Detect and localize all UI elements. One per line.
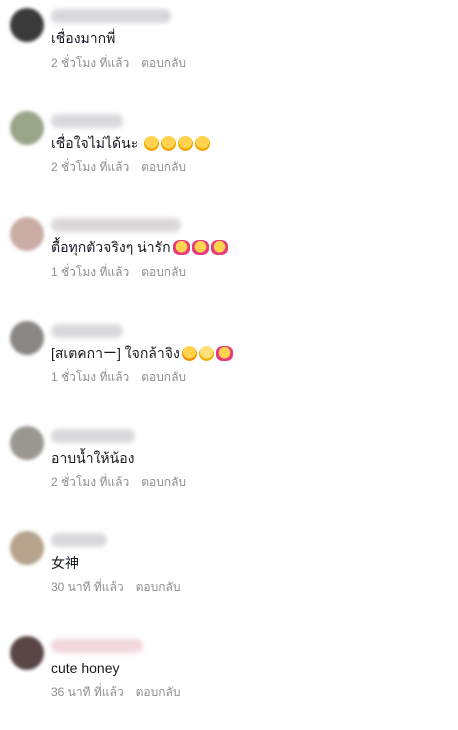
avatar[interactable]	[10, 321, 44, 355]
comment-text: เชื่อใจไม่ได้นะ	[51, 134, 211, 152]
avatar[interactable]	[10, 111, 44, 145]
avatar[interactable]	[10, 217, 44, 251]
reply-button[interactable]: ตอบกลับ	[136, 580, 181, 594]
comment-timestamp: 2 ชั่วโมง ที่แล้ว	[51, 160, 130, 174]
rofl-emoji	[181, 346, 197, 361]
reply-button[interactable]: ตอบกลับ	[141, 160, 186, 174]
comment-timestamp: 1 ชั่วโมง ที่แล้ว	[51, 265, 130, 279]
comment-text: เชื่องมากพี่	[51, 30, 116, 46]
reply-button[interactable]: ตอบกลับ	[141, 265, 186, 279]
hearts-face-emoji	[172, 240, 190, 255]
comment-meta: 36 นาที ที่แล้ว ตอบกลับ	[51, 685, 180, 699]
reply-button[interactable]: ตอบกลับ	[141, 475, 186, 489]
username-blurred[interactable]	[51, 639, 143, 653]
laughing-emoji	[178, 136, 194, 151]
hearts-face-emoji	[210, 240, 228, 255]
comment-item: เชื่อใจไม่ได้นะ 2 ชั่วโมง ที่แล้ว ตอบกลับ	[0, 105, 458, 205]
comment-item: cute honey 36 นาที ที่แล้ว ตอบกลับ	[0, 630, 458, 730]
hearts-face-emoji	[191, 240, 209, 255]
laughing-emoji	[144, 136, 160, 151]
comment-meta: 2 ชั่วโมง ที่แล้ว ตอบกลับ	[51, 160, 186, 174]
comment-item: [สเตคกาー] ใจกล้าจิง 1 ชั่วโมง ที่แล้ว ตอบ…	[0, 315, 458, 415]
grin-emoji	[198, 346, 214, 361]
avatar[interactable]	[10, 426, 44, 460]
reply-button[interactable]: ตอบกลับ	[136, 685, 181, 699]
comment-timestamp: 2 ชั่วโมง ที่แล้ว	[51, 475, 130, 489]
comment-timestamp: 1 ชั่วโมง ที่แล้ว	[51, 370, 130, 384]
comment-item: ตื้อทุกตัวจริงๆ น่ารัก 1 ชั่วโมง ที่แล้ว…	[0, 210, 458, 310]
username-blurred[interactable]	[51, 218, 181, 232]
username-blurred[interactable]	[51, 114, 123, 128]
comment-timestamp: 2 ชั่วโมง ที่แล้ว	[51, 56, 130, 70]
comment-meta: 1 ชั่วโมง ที่แล้ว ตอบกลับ	[51, 370, 186, 384]
reply-button[interactable]: ตอบกลับ	[141, 56, 186, 70]
username-blurred[interactable]	[51, 324, 123, 338]
laughing-emoji	[195, 136, 211, 151]
laughing-emoji	[161, 136, 177, 151]
avatar[interactable]	[10, 8, 44, 42]
comment-list: เชื่องมากพี่ 2 ชั่วโมง ที่แล้ว ตอบกลับ เช…	[0, 0, 458, 716]
reply-button[interactable]: ตอบกลับ	[141, 370, 186, 384]
comment-meta: 2 ชั่วโมง ที่แล้ว ตอบกลับ	[51, 56, 186, 70]
comment-item: เชื่องมากพี่ 2 ชั่วโมง ที่แล้ว ตอบกลับ	[0, 0, 458, 100]
comment-text: cute honey	[51, 660, 120, 676]
avatar[interactable]	[10, 531, 44, 565]
hearts-face-emoji	[215, 346, 233, 361]
comment-timestamp: 36 นาที ที่แล้ว	[51, 685, 124, 699]
comment-text: [สเตคกาー] ใจกล้าจิง	[51, 344, 233, 362]
comment-meta: 2 ชั่วโมง ที่แล้ว ตอบกลับ	[51, 475, 186, 489]
comment-item: อาบน้ำให้น้อง 2 ชั่วโมง ที่แล้ว ตอบกลับ	[0, 420, 458, 520]
comment-text: ตื้อทุกตัวจริงๆ น่ารัก	[51, 238, 228, 256]
username-blurred[interactable]	[51, 429, 135, 443]
comment-text: อาบน้ำให้น้อง	[51, 450, 135, 466]
username-blurred[interactable]	[51, 533, 107, 547]
comment-meta: 1 ชั่วโมง ที่แล้ว ตอบกลับ	[51, 265, 186, 279]
avatar[interactable]	[10, 636, 44, 670]
comment-item: 女神 30 นาที ที่แล้ว ตอบกลับ	[0, 525, 458, 625]
comment-timestamp: 30 นาที ที่แล้ว	[51, 580, 124, 594]
comment-text: 女神	[51, 555, 79, 571]
comment-meta: 30 นาที ที่แล้ว ตอบกลับ	[51, 580, 180, 594]
username-blurred[interactable]	[51, 9, 171, 23]
